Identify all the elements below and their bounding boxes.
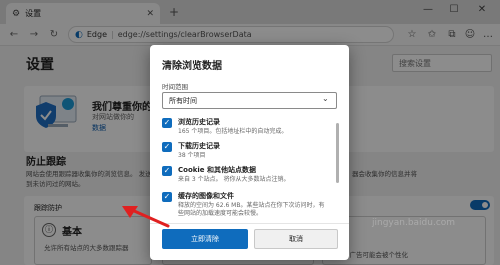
checkbox-checked-icon[interactable]: ✓ [162,192,172,202]
item-title: 缓存的图像和文件 [178,192,234,200]
list-scrollbar[interactable] [336,123,339,183]
cancel-button[interactable]: 取消 [254,229,338,249]
item-title: 浏览历史记录 [178,118,220,126]
item-title: 下载历史记录 [178,142,220,150]
item-title: Cookie 和其他站点数据 [178,166,256,174]
dialog-title: 清除浏览数据 [162,61,222,72]
dialog-divider [150,223,349,224]
data-type-list: ✓ 浏览历史记录 165 个项目。包括地址栏中的自动完成。 ✓ 下载历史记录 3… [150,115,349,221]
red-arrow-annotation [122,206,170,228]
chevron-down-icon: ⌄ [322,94,329,103]
checkbox-checked-icon[interactable]: ✓ [162,166,172,176]
clear-data-dialog: 清除浏览数据 时间范围 所有时间 ⌄ ✓ 浏览历史记录 165 个项目。包括地址… [150,45,349,260]
item-description: 165 个项目。包括地址栏中的自动完成。 [178,128,288,135]
item-description: 38 个项目 [178,152,206,159]
time-range-select[interactable]: 所有时间 [162,92,337,109]
item-description: 来自 3 个站点。 将你从大多数站点注销。 [178,176,290,183]
checkbox-checked-icon[interactable]: ✓ [162,118,172,128]
checkbox-checked-icon[interactable]: ✓ [162,142,172,152]
item-description: 释放的空间为 62.6 MB。某些站点在你下次访问时，有些网站的加载速度可能会较… [178,202,325,217]
watermark: jingyan.baidu.com [372,218,456,228]
time-range-label: 时间范围 [162,83,188,91]
